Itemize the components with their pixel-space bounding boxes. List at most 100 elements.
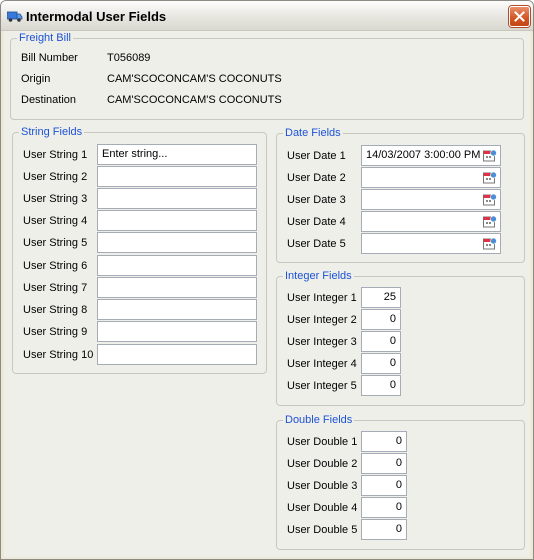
bill-number-row: Bill Number T056089 — [11, 47, 511, 69]
user-date-2-label: User Date 2 — [287, 172, 346, 184]
origin-row: Origin CAM'SCOCONCAM'S COCONUTS — [11, 68, 511, 90]
double-fields-group: Double Fields User Double 1 0 User Doubl… — [276, 414, 525, 550]
user-string-1-row: User String 1 Enter string... — [13, 144, 263, 166]
intermodal-user-fields-window: Intermodal User Fields Freight Bill Bill… — [0, 0, 534, 560]
client-area: Freight Bill Bill Number T056089 Origin … — [4, 31, 530, 557]
calendar-icon[interactable] — [483, 215, 497, 228]
user-string-9-input[interactable] — [97, 321, 257, 342]
user-integer-4-input[interactable]: 0 — [361, 353, 401, 374]
title-bar[interactable]: Intermodal User Fields — [1, 1, 533, 31]
user-string-6-input[interactable] — [97, 255, 257, 276]
user-string-7-input[interactable] — [97, 277, 257, 298]
user-double-1-label: User Double 1 — [287, 436, 358, 448]
bill-number-label: Bill Number — [21, 52, 78, 64]
date-fields-title: Date Fields — [283, 127, 343, 139]
user-integer-5-label: User Integer 5 — [287, 380, 357, 392]
user-double-5-row: User Double 5 0 — [277, 519, 522, 541]
close-button[interactable] — [509, 6, 530, 27]
user-integer-4-row: User Integer 4 0 — [277, 353, 522, 375]
user-date-4-picker[interactable] — [361, 211, 501, 232]
user-string-7-row: User String 7 — [13, 277, 263, 299]
user-double-2-row: User Double 2 0 — [277, 453, 522, 475]
user-double-5-label: User Double 5 — [287, 524, 358, 536]
user-date-5-picker[interactable] — [361, 233, 501, 254]
user-string-2-input[interactable] — [97, 166, 257, 187]
user-string-9-label: User String 9 — [23, 326, 88, 338]
destination-label: Destination — [21, 94, 77, 106]
user-date-4-row: User Date 4 — [277, 211, 522, 233]
string-fields-title: String Fields — [19, 126, 85, 138]
user-double-4-row: User Double 4 0 — [277, 497, 522, 519]
user-integer-1-label: User Integer 1 — [287, 292, 357, 304]
user-date-5-label: User Date 5 — [287, 238, 346, 250]
user-string-3-row: User String 3 — [13, 188, 263, 210]
bill-number-value: T056089 — [107, 52, 151, 64]
user-string-6-row: User String 6 — [13, 255, 263, 277]
user-string-5-row: User String 5 — [13, 232, 263, 254]
user-date-3-row: User Date 3 — [277, 189, 522, 211]
integer-fields-group: Integer Fields User Integer 1 25 User In… — [276, 270, 525, 406]
user-date-2-picker[interactable] — [361, 167, 501, 188]
calendar-icon[interactable] — [483, 149, 497, 162]
user-string-4-label: User String 4 — [23, 215, 88, 227]
user-string-1-label: User String 1 — [23, 149, 88, 161]
window-title: Intermodal User Fields — [26, 9, 167, 24]
user-string-1-input[interactable]: Enter string... — [97, 144, 257, 165]
user-string-7-label: User String 7 — [23, 282, 88, 294]
user-string-4-input[interactable] — [97, 210, 257, 231]
user-date-3-label: User Date 3 — [287, 194, 346, 206]
user-date-1-picker[interactable]: 14/03/2007 3:00:00 PM — [361, 145, 501, 166]
user-string-5-input[interactable] — [97, 232, 257, 253]
user-double-4-input[interactable]: 0 — [361, 497, 407, 518]
user-integer-5-input[interactable]: 0 — [361, 375, 401, 396]
user-string-8-row: User String 8 — [13, 299, 263, 321]
integer-fields-title: Integer Fields — [283, 270, 354, 282]
calendar-icon[interactable] — [483, 193, 497, 206]
user-double-3-row: User Double 3 0 — [277, 475, 522, 497]
user-double-2-label: User Double 2 — [287, 458, 358, 470]
user-integer-1-input[interactable]: 25 — [361, 287, 401, 308]
destination-value: CAM'SCOCONCAM'S COCONUTS — [107, 94, 282, 106]
user-integer-3-input[interactable]: 0 — [361, 331, 401, 352]
user-double-5-input[interactable]: 0 — [361, 519, 407, 540]
date-fields-group: Date Fields User Date 1 14/03/2007 3:00:… — [276, 127, 525, 263]
user-string-8-label: User String 8 — [23, 304, 88, 316]
user-double-1-input[interactable]: 0 — [361, 431, 407, 452]
user-date-3-picker[interactable] — [361, 189, 501, 210]
user-string-3-input[interactable] — [97, 188, 257, 209]
user-string-10-label: User String 10 — [23, 349, 94, 361]
user-integer-4-label: User Integer 4 — [287, 358, 357, 370]
user-double-3-input[interactable]: 0 — [361, 475, 407, 496]
user-double-4-label: User Double 4 — [287, 502, 358, 514]
user-date-1-value: 14/03/2007 3:00:00 PM — [366, 149, 481, 161]
freight-bill-title: Freight Bill — [17, 32, 73, 44]
user-double-1-row: User Double 1 0 — [277, 431, 522, 453]
truck-icon — [6, 9, 23, 23]
user-string-2-label: User String 2 — [23, 171, 88, 183]
user-integer-3-row: User Integer 3 0 — [277, 331, 522, 353]
user-integer-5-row: User Integer 5 0 — [277, 375, 522, 397]
user-date-1-label: User Date 1 — [287, 150, 346, 162]
user-double-2-input[interactable]: 0 — [361, 453, 407, 474]
user-string-5-label: User String 5 — [23, 237, 88, 249]
user-string-2-row: User String 2 — [13, 166, 263, 188]
user-string-10-row: User String 10 — [13, 344, 263, 366]
double-fields-title: Double Fields — [283, 414, 355, 426]
user-string-9-row: User String 9 — [13, 321, 263, 343]
user-string-4-row: User String 4 — [13, 210, 263, 232]
close-icon — [514, 11, 525, 22]
freight-bill-group: Freight Bill Bill Number T056089 Origin … — [10, 32, 524, 120]
user-integer-3-label: User Integer 3 — [287, 336, 357, 348]
origin-label: Origin — [21, 73, 51, 85]
calendar-icon[interactable] — [483, 237, 497, 250]
user-date-4-label: User Date 4 — [287, 216, 346, 228]
user-integer-2-label: User Integer 2 — [287, 314, 357, 326]
user-integer-2-row: User Integer 2 0 — [277, 309, 522, 331]
user-date-5-row: User Date 5 — [277, 233, 522, 255]
user-string-10-input[interactable] — [97, 344, 257, 365]
user-integer-2-input[interactable]: 0 — [361, 309, 401, 330]
destination-row: Destination CAM'SCOCONCAM'S COCONUTS — [11, 89, 511, 111]
user-string-8-input[interactable] — [97, 299, 257, 320]
calendar-icon[interactable] — [483, 171, 497, 184]
user-string-6-label: User String 6 — [23, 260, 88, 272]
